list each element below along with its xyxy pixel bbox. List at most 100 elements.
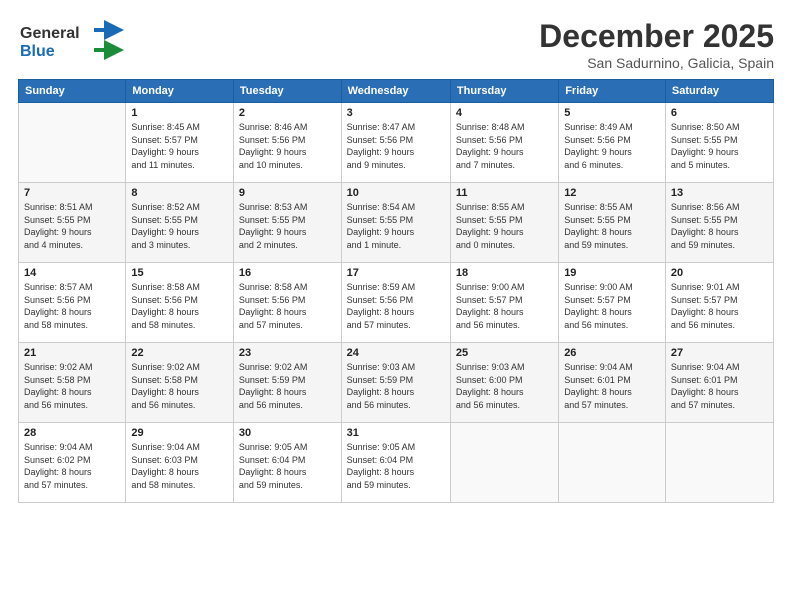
weekday-header-row: Sunday Monday Tuesday Wednesday Thursday… [19, 80, 774, 103]
month-title: December 2025 [539, 18, 774, 55]
day-number: 9 [239, 187, 336, 199]
calendar-cell: 28 Sunrise: 9:04 AMSunset: 6:02 PMDayligh… [19, 423, 126, 503]
day-number: 10 [347, 187, 445, 199]
day-info: Sunrise: 8:52 AMSunset: 5:55 PMDaylight:… [131, 201, 228, 251]
day-number: 21 [24, 347, 120, 359]
day-info: Sunrise: 8:58 AMSunset: 5:56 PMDaylight:… [131, 281, 228, 331]
logo: General Blue [18, 18, 128, 67]
day-info: Sunrise: 9:04 AMSunset: 6:01 PMDaylight:… [671, 361, 768, 411]
day-info: Sunrise: 8:47 AMSunset: 5:56 PMDaylight:… [347, 121, 445, 171]
header-monday: Monday [126, 80, 234, 103]
logo-blue-text: Blue [20, 43, 55, 60]
day-info: Sunrise: 9:04 AMSunset: 6:03 PMDaylight:… [131, 441, 228, 491]
day-info: Sunrise: 9:04 AMSunset: 6:01 PMDaylight:… [564, 361, 660, 411]
calendar-cell: 25 Sunrise: 9:03 AMSunset: 6:00 PMDayligh… [450, 343, 558, 423]
calendar-cell: 5Sunrise: 8:49 AMSunset: 5:56 PMDaylight… [559, 103, 666, 183]
page: General Blue December 2025 San Sadurnino… [0, 0, 792, 612]
day-info: Sunrise: 8:51 AMSunset: 5:55 PMDaylight:… [24, 201, 120, 251]
day-number: 8 [131, 187, 228, 199]
header-sunday: Sunday [19, 80, 126, 103]
day-number: 6 [671, 107, 768, 119]
day-number: 14 [24, 267, 120, 279]
day-number: 23 [239, 347, 336, 359]
header-wednesday: Wednesday [341, 80, 450, 103]
day-number: 17 [347, 267, 445, 279]
day-info: Sunrise: 9:01 AMSunset: 5:57 PMDaylight:… [671, 281, 768, 331]
calendar-cell: 31 Sunrise: 9:05 AMSunset: 6:04 PMDayligh… [341, 423, 450, 503]
day-info: Sunrise: 9:02 AMSunset: 5:58 PMDaylight:… [24, 361, 120, 411]
location-subtitle: San Sadurnino, Galicia, Spain [539, 55, 774, 71]
calendar-cell: 22 Sunrise: 9:02 AMSunset: 5:58 PMDayligh… [126, 343, 234, 423]
calendar-cell: 20Sunrise: 9:01 AMSunset: 5:57 PMDayligh… [665, 263, 773, 343]
day-info: Sunrise: 9:02 AMSunset: 5:59 PMDaylight:… [239, 361, 336, 411]
day-number: 26 [564, 347, 660, 359]
calendar-cell: 13 Sunrise: 8:56 AMSunset: 5:55 PMDayligh… [665, 183, 773, 263]
calendar-cell: 8 Sunrise: 8:52 AMSunset: 5:55 PMDaylight… [126, 183, 234, 263]
calendar-cell: 21 Sunrise: 9:02 AMSunset: 5:58 PMDayligh… [19, 343, 126, 423]
day-info: Sunrise: 8:48 AMSunset: 5:56 PMDaylight:… [456, 121, 553, 171]
day-info: Sunrise: 9:05 AMSunset: 6:04 PMDaylight:… [347, 441, 445, 491]
calendar-cell: 18Sunrise: 9:00 AMSunset: 5:57 PMDayligh… [450, 263, 558, 343]
day-number: 19 [564, 267, 660, 279]
header-thursday: Thursday [450, 80, 558, 103]
day-number: 3 [347, 107, 445, 119]
header: General Blue December 2025 San Sadurnino… [18, 18, 774, 71]
day-number: 15 [131, 267, 228, 279]
logo-general-text: General [20, 25, 80, 42]
day-info: Sunrise: 9:03 AMSunset: 5:59 PMDaylight:… [347, 361, 445, 411]
calendar-week-row: 21 Sunrise: 9:02 AMSunset: 5:58 PMDayligh… [19, 343, 774, 423]
calendar-cell: 29Sunrise: 9:04 AMSunset: 6:03 PMDayligh… [126, 423, 234, 503]
calendar-cell: 12Sunrise: 8:55 AMSunset: 5:55 PMDayligh… [559, 183, 666, 263]
day-info: Sunrise: 9:04 AMSunset: 6:02 PMDaylight:… [24, 441, 120, 491]
day-number: 27 [671, 347, 768, 359]
day-number: 11 [456, 187, 553, 199]
logo-arrow-green-icon [94, 40, 124, 60]
calendar-cell: 7Sunrise: 8:51 AMSunset: 5:55 PMDaylight… [19, 183, 126, 263]
header-saturday: Saturday [665, 80, 773, 103]
calendar-cell [665, 423, 773, 503]
calendar-cell [19, 103, 126, 183]
calendar-cell: 26 Sunrise: 9:04 AMSunset: 6:01 PMDayligh… [559, 343, 666, 423]
day-info: Sunrise: 8:49 AMSunset: 5:56 PMDaylight:… [564, 121, 660, 171]
calendar-week-row: 14Sunrise: 8:57 AMSunset: 5:56 PMDayligh… [19, 263, 774, 343]
day-info: Sunrise: 8:55 AMSunset: 5:55 PMDaylight:… [456, 201, 553, 251]
calendar-cell: 30Sunrise: 9:05 AMSunset: 6:04 PMDayligh… [233, 423, 341, 503]
header-friday: Friday [559, 80, 666, 103]
header-tuesday: Tuesday [233, 80, 341, 103]
calendar-cell: 14Sunrise: 8:57 AMSunset: 5:56 PMDayligh… [19, 263, 126, 343]
calendar-cell: 15 Sunrise: 8:58 AMSunset: 5:56 PMDayligh… [126, 263, 234, 343]
day-number: 31 [347, 427, 445, 439]
calendar-cell: 19 Sunrise: 9:00 AMSunset: 5:57 PMDayligh… [559, 263, 666, 343]
day-number: 22 [131, 347, 228, 359]
day-number: 30 [239, 427, 336, 439]
day-info: Sunrise: 8:56 AMSunset: 5:55 PMDaylight:… [671, 201, 768, 251]
day-number: 4 [456, 107, 553, 119]
day-info: Sunrise: 9:00 AMSunset: 5:57 PMDaylight:… [564, 281, 660, 331]
day-info: Sunrise: 8:58 AMSunset: 5:56 PMDaylight:… [239, 281, 336, 331]
calendar-cell: 27 Sunrise: 9:04 AMSunset: 6:01 PMDayligh… [665, 343, 773, 423]
calendar-cell: 9 Sunrise: 8:53 AMSunset: 5:55 PMDaylight… [233, 183, 341, 263]
day-info: Sunrise: 9:02 AMSunset: 5:58 PMDaylight:… [131, 361, 228, 411]
day-info: Sunrise: 8:46 AMSunset: 5:56 PMDaylight:… [239, 121, 336, 171]
day-info: Sunrise: 8:59 AMSunset: 5:56 PMDaylight:… [347, 281, 445, 331]
title-block: December 2025 San Sadurnino, Galicia, Sp… [539, 18, 774, 71]
day-number: 2 [239, 107, 336, 119]
calendar-cell: 11 Sunrise: 8:55 AMSunset: 5:55 PMDayligh… [450, 183, 558, 263]
calendar-cell: 16 Sunrise: 8:58 AMSunset: 5:56 PMDayligh… [233, 263, 341, 343]
calendar-week-row: 28 Sunrise: 9:04 AMSunset: 6:02 PMDayligh… [19, 423, 774, 503]
calendar-cell [450, 423, 558, 503]
calendar-cell: 23 Sunrise: 9:02 AMSunset: 5:59 PMDayligh… [233, 343, 341, 423]
day-info: Sunrise: 8:55 AMSunset: 5:55 PMDaylight:… [564, 201, 660, 251]
calendar-cell: 17 Sunrise: 8:59 AMSunset: 5:56 PMDayligh… [341, 263, 450, 343]
day-number: 13 [671, 187, 768, 199]
day-number: 25 [456, 347, 553, 359]
day-info: Sunrise: 8:54 AMSunset: 5:55 PMDaylight:… [347, 201, 445, 251]
day-number: 28 [24, 427, 120, 439]
calendar-cell: 2 Sunrise: 8:46 AMSunset: 5:56 PMDaylight… [233, 103, 341, 183]
calendar-header: Sunday Monday Tuesday Wednesday Thursday… [19, 80, 774, 103]
day-info: Sunrise: 9:03 AMSunset: 6:00 PMDaylight:… [456, 361, 553, 411]
day-info: Sunrise: 8:53 AMSunset: 5:55 PMDaylight:… [239, 201, 336, 251]
day-number: 16 [239, 267, 336, 279]
day-number: 18 [456, 267, 553, 279]
day-info: Sunrise: 8:50 AMSunset: 5:55 PMDaylight:… [671, 121, 768, 171]
